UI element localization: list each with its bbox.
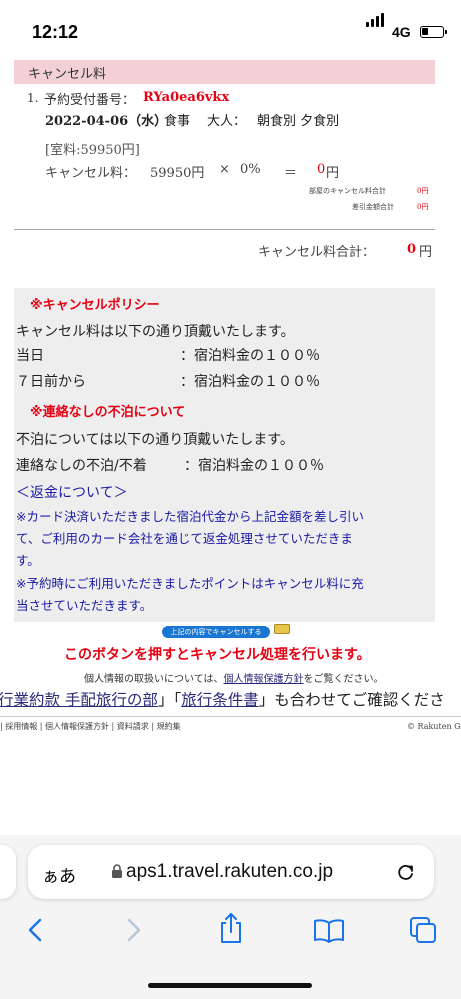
cancel-fee-result: 0 bbox=[317, 162, 326, 177]
equals-sign: ＝ bbox=[284, 166, 298, 181]
policy-title: ※キャンセルポリシー bbox=[30, 298, 160, 313]
terms-line: 行業約款 手配旅行の部」「旅行条件書」も合わせてご確認くださ bbox=[0, 688, 445, 710]
home-indicator bbox=[148, 983, 312, 988]
bookmarks-icon[interactable] bbox=[313, 919, 345, 943]
travel-conditions-link[interactable]: 旅行条件書 bbox=[181, 691, 259, 709]
cancel-total-value: 0 bbox=[407, 242, 417, 257]
cancel-notice: このボタンを押すとキャンセル処理を行います。 bbox=[64, 647, 371, 663]
terms-suffix: 」も合わせてご確認くださ bbox=[258, 691, 445, 709]
cancel-fee-header-title: キャンセル料 bbox=[28, 67, 107, 82]
deduction-value: 0円 bbox=[417, 203, 429, 211]
page-settings-button[interactable]: ぁあ bbox=[42, 862, 76, 887]
back-icon[interactable] bbox=[27, 918, 43, 942]
reservation-index: 1. bbox=[27, 91, 39, 105]
reservation-number-label: 予約受付番号： bbox=[44, 93, 136, 108]
cancel-button[interactable]: 上記の内容でキャンセルする bbox=[162, 626, 270, 638]
deduction-label: 差引金額合計 bbox=[352, 203, 394, 211]
refund-line-1: ※カード決済いただきました宿泊代金から上記金額を差し引い bbox=[16, 509, 364, 524]
lock-icon bbox=[112, 864, 122, 878]
refund-title: ＜返金について＞ bbox=[16, 485, 128, 501]
policy-row1-value: ：宿泊料金の１００％ bbox=[180, 348, 320, 364]
cancel-fee-header: キャンセル料 bbox=[14, 60, 435, 84]
url-text[interactable]: aps1.travel.rakuten.co.jp bbox=[126, 861, 333, 883]
footer-divider bbox=[0, 716, 461, 717]
copyright: © Rakuten Gro bbox=[407, 722, 461, 731]
base-amount: 59950円 bbox=[150, 166, 205, 181]
refund-line-4: ※予約時にご利用いただきましたポイントはキャンセル料に充 bbox=[16, 576, 364, 591]
cancel-total-unit: 円 bbox=[419, 245, 433, 260]
footer-links[interactable]: | 採用情報 | 個人情報保護方針 | 資料請求 | 規約集 bbox=[0, 721, 181, 732]
times-sign: × bbox=[219, 162, 230, 177]
noshow-label: 連絡なしの不泊/不着 bbox=[16, 458, 147, 474]
divider bbox=[14, 229, 435, 230]
policy-intro: キャンセル料は以下の通り頂戴いたします。 bbox=[16, 324, 295, 340]
battery-icon bbox=[420, 26, 447, 38]
status-bar: 12:12 4G bbox=[0, 0, 461, 60]
adult-label: 大人： bbox=[207, 114, 247, 129]
network-type: 4G bbox=[392, 24, 411, 40]
privacy-policy-link[interactable]: 個人情報保護方針 bbox=[224, 674, 304, 685]
room-total-label: 部屋のキャンセル料合計 bbox=[309, 187, 386, 195]
reservation-date: 2022-04-06（水） bbox=[45, 114, 168, 129]
policy-row1-label: 当日 bbox=[16, 348, 44, 364]
cancel-fee-result-unit: 円 bbox=[326, 166, 340, 181]
travel-agency-terms-link[interactable]: 行業約款 手配旅行の部 bbox=[0, 691, 158, 709]
cancel-total-label: キャンセル料合計： bbox=[258, 245, 376, 260]
reservation-number: RYa0ea6vkx bbox=[143, 90, 230, 105]
terms-separator: 」「 bbox=[157, 691, 182, 709]
cancel-policy-box: ※キャンセルポリシー キャンセル料は以下の通り頂戴いたします。 当日 ：宿泊料金… bbox=[14, 288, 435, 622]
previous-tab-card[interactable] bbox=[0, 845, 16, 899]
noshow-title: ※連絡なしの不泊について bbox=[30, 405, 186, 420]
status-time: 12:12 bbox=[32, 22, 79, 42]
refund-line-5: 当させていただきます。 bbox=[16, 598, 153, 613]
policy-row2-label: ７日前から bbox=[16, 374, 86, 390]
reload-icon[interactable] bbox=[396, 862, 416, 882]
share-icon[interactable] bbox=[218, 912, 244, 944]
privacy-notice: 個人情報の取扱いについては、個人情報保護方針をご覧ください。 bbox=[84, 670, 384, 685]
room-total-value: 0円 bbox=[417, 187, 429, 195]
privacy-suffix: をご覧ください。 bbox=[303, 674, 384, 685]
cancel-fee-label: キャンセル料： bbox=[45, 166, 137, 181]
noshow-value: ：宿泊料金の１００％ bbox=[184, 458, 324, 474]
refund-line-2: て、ご利用のカード会社を通じて返金処理させていただきま bbox=[16, 531, 353, 546]
room-fee: [室料:59950円] bbox=[45, 143, 140, 158]
refund-line-3: す。 bbox=[16, 553, 40, 568]
forward-icon[interactable] bbox=[126, 918, 142, 942]
meal-label: 食事 bbox=[164, 114, 191, 129]
policy-row2-value: ：宿泊料金の１００％ bbox=[180, 374, 320, 390]
privacy-prefix: 個人情報の取扱いについては、 bbox=[84, 674, 224, 685]
noshow-intro: 不泊については以下の通り頂戴いたします。 bbox=[16, 432, 294, 448]
meal-plan: 朝食別 夕食別 bbox=[257, 114, 340, 129]
tabs-icon[interactable] bbox=[409, 916, 437, 944]
cancel-rate: 0% bbox=[240, 162, 261, 177]
pointer-icon bbox=[274, 624, 290, 634]
